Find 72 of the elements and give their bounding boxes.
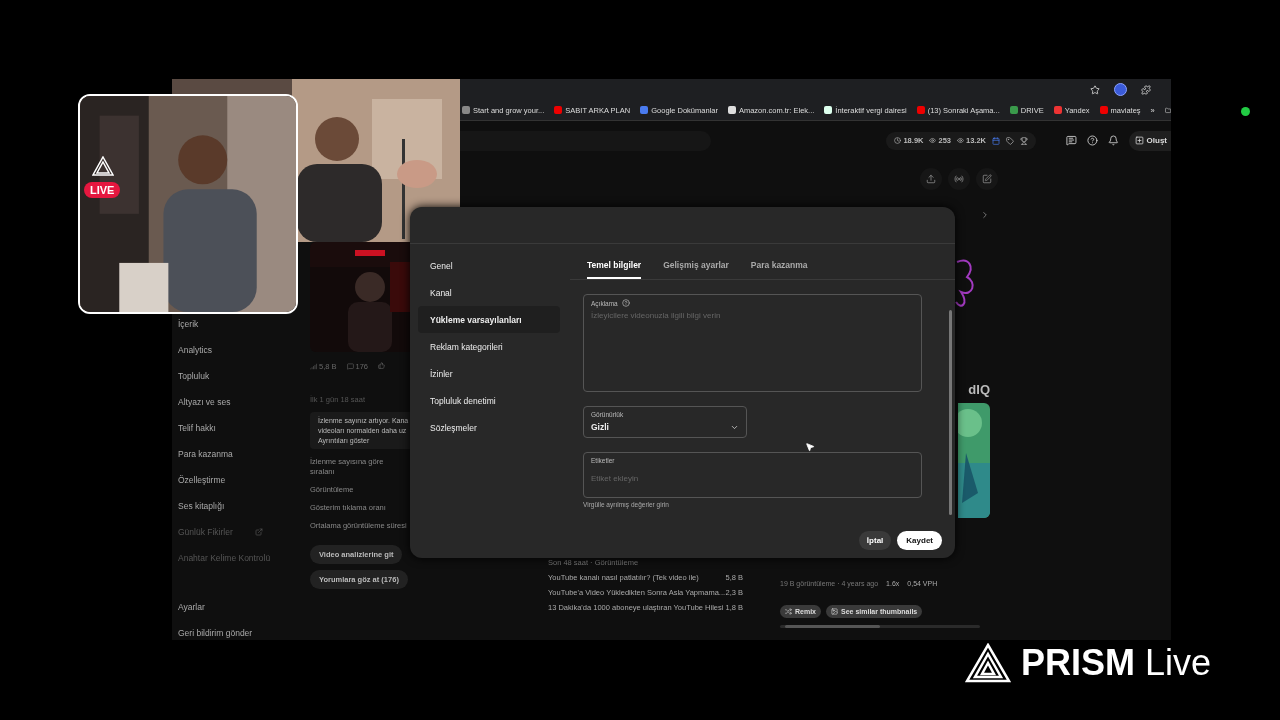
settings-nav-item[interactable]: Kanal [418,279,560,306]
tab[interactable]: Temel bilgiler [587,260,642,279]
create-button[interactable]: Oluşt [1128,130,1171,151]
triangle-logo-icon [92,156,114,176]
eye-icon [957,137,964,144]
bell-icon [1107,135,1119,146]
sidebar-item[interactable]: Ses kitaplığı [178,500,285,512]
trophy-icon [1020,136,1028,145]
eye-icon [929,137,937,144]
upload-icon [926,174,936,184]
live-button[interactable] [948,168,970,190]
sidebar-item[interactable]: Para kazanma [178,448,285,460]
bookmark-icon [554,106,563,114]
sidebar-item[interactable]: Geri bildirim gönder [178,627,285,639]
star-icon[interactable] [1090,84,1100,95]
scrollbar-thumb[interactable] [785,625,880,628]
thumbs-up-icon [378,362,386,369]
tab[interactable]: Para kazanma [750,260,808,279]
sidebar-item[interactable]: Telif hakkı [178,422,285,434]
search-field[interactable] [460,130,712,151]
settings-nav-item[interactable]: Genel [418,252,560,279]
settings-nav-item[interactable]: Yükleme varsayılanları [418,306,560,333]
settings-nav-item[interactable]: İzinler [418,360,560,387]
image-icon [831,608,838,615]
help-icon [1086,135,1098,146]
mouse-cursor-icon [805,442,815,452]
puzzle-icon[interactable] [1141,84,1151,95]
calendar-icon [992,136,1000,145]
triangle-logo-icon [965,643,1011,683]
chevron-right-icon [980,210,990,220]
folder-icon [1164,105,1171,115]
sidebar-item[interactable]: İçerik [178,318,285,330]
logo-text: dIQ [968,382,990,397]
bookmark-icon [640,106,649,114]
clock-icon [894,137,902,144]
select-value: Gizli [591,422,609,432]
profile-avatar[interactable] [1114,83,1127,96]
settings-nav-item[interactable]: Sözleşmeler [418,414,560,441]
live-badge: LIVE [84,182,121,198]
bookmark-icon [727,106,736,114]
edit-button[interactable] [976,168,998,190]
help-icon [621,299,630,307]
plus-icon [1134,136,1144,145]
scrollbar-thumb[interactable] [949,310,952,515]
sidebar-item[interactable]: Altyazı ve ses [178,396,285,408]
comment-icon [346,363,354,370]
brand-suffix: Live [1145,642,1212,684]
settings-nav-item[interactable]: Reklam kategorileri [418,333,560,360]
sidebar-item[interactable]: Ayarlar [178,601,285,613]
brand-name: PRISM [1021,642,1135,684]
sidebar-item[interactable]: Analytics [178,344,285,356]
edit-icon [982,174,992,184]
bookmark-icon [824,106,833,114]
bookmark-icon [462,106,470,114]
bar-chart-icon [310,363,317,370]
bookmark-icon [916,106,925,114]
feedback-icon [1066,135,1077,146]
cancel-button[interactable]: İptal [858,531,892,550]
tab[interactable]: Gelişmiş ayarlar [663,260,729,279]
broadcast-icon [954,174,964,184]
sidebar-item[interactable]: Topluluk [178,370,285,382]
save-button[interactable]: Kaydet [897,531,942,550]
settings-nav-item[interactable]: Topluluk denetimi [418,387,560,414]
tag-icon [1006,136,1014,145]
shuffle-icon [785,608,792,615]
sidebar-item[interactable]: Özelleştirme [178,474,285,486]
upload-button[interactable] [920,168,942,190]
bookmark-icon [1099,106,1108,114]
bookmark-icon [1009,106,1018,114]
external-link-icon [254,528,263,536]
status-dot [1241,107,1250,116]
bookmark-icon [1053,106,1062,114]
